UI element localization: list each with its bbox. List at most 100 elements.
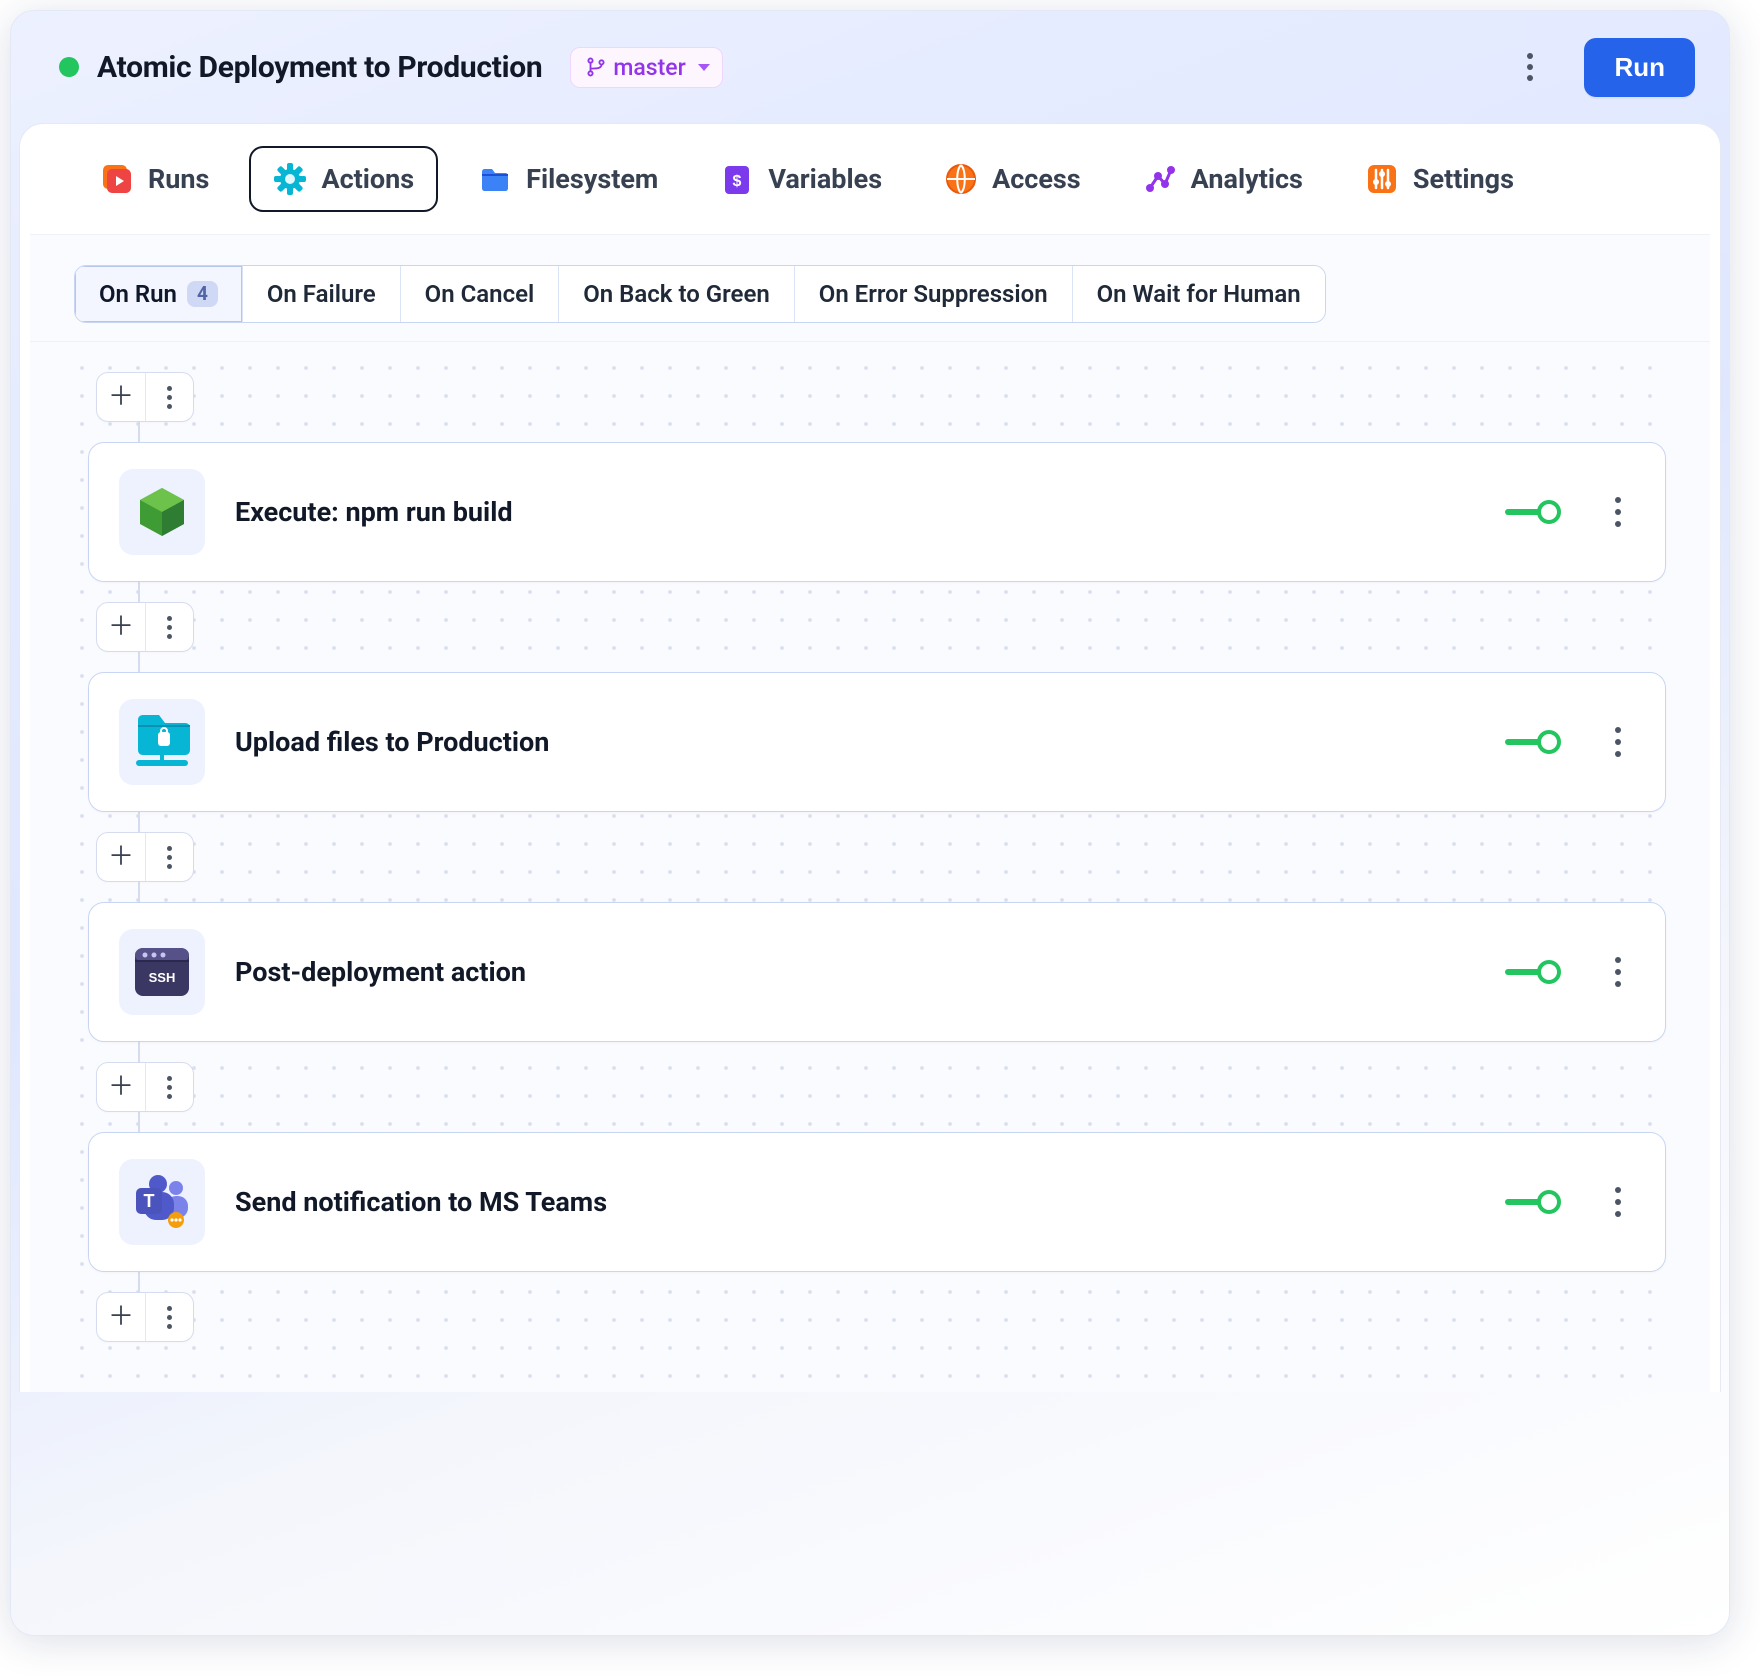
trigger-label: On Failure xyxy=(267,280,376,308)
plus-icon: ＋ xyxy=(108,384,134,410)
add-action-button[interactable]: ＋ xyxy=(97,833,145,881)
add-action-row: ＋ xyxy=(88,1062,1666,1112)
plus-icon: ＋ xyxy=(108,614,134,640)
add-action-more-button[interactable] xyxy=(145,833,193,881)
tab-label: Access xyxy=(992,163,1081,195)
header-more-button[interactable] xyxy=(1508,45,1552,89)
tab-analytics[interactable]: Analytics xyxy=(1121,148,1325,210)
add-action-chip: ＋ xyxy=(96,1062,194,1112)
gear-icon xyxy=(273,162,307,196)
action-card-upload[interactable]: Upload files to Production xyxy=(88,672,1666,812)
tab-label: Filesystem xyxy=(526,163,658,195)
add-action-button[interactable]: ＋ xyxy=(97,373,145,421)
action-more-button[interactable] xyxy=(1601,1187,1635,1217)
plus-icon: ＋ xyxy=(108,1074,134,1100)
action-more-button[interactable] xyxy=(1601,497,1635,527)
action-more-button[interactable] xyxy=(1601,727,1635,757)
action-title: Execute: npm run build xyxy=(235,496,1475,528)
trigger-label: On Error Suppression xyxy=(819,280,1048,308)
add-action-button[interactable]: ＋ xyxy=(97,1293,145,1341)
svg-text:T: T xyxy=(144,1191,155,1211)
action-enabled-toggle[interactable] xyxy=(1505,498,1561,526)
status-dot-icon xyxy=(59,57,79,77)
git-branch-icon xyxy=(585,56,607,78)
kebab-icon xyxy=(167,1076,172,1099)
action-enabled-toggle[interactable] xyxy=(1505,958,1561,986)
action-card-npm-build[interactable]: Execute: npm run build xyxy=(88,442,1666,582)
tab-actions[interactable]: Actions xyxy=(249,146,438,212)
tabs-container: Runs Actions xyxy=(19,123,1721,1392)
action-enabled-toggle[interactable] xyxy=(1505,1188,1561,1216)
plus-icon: ＋ xyxy=(108,1304,134,1330)
play-square-icon xyxy=(100,162,134,196)
add-action-chip: ＋ xyxy=(96,602,194,652)
upload-server-icon xyxy=(119,699,205,785)
ms-teams-icon: T xyxy=(119,1159,205,1245)
trigger-on-cancel[interactable]: On Cancel xyxy=(401,266,560,322)
page-title: Atomic Deployment to Production xyxy=(97,50,542,85)
tab-label: Actions xyxy=(321,163,414,195)
add-action-row: ＋ xyxy=(88,602,1666,652)
action-title: Post-deployment action xyxy=(235,956,1475,988)
add-action-more-button[interactable] xyxy=(145,1063,193,1111)
add-action-button[interactable]: ＋ xyxy=(97,603,145,651)
tab-label: Analytics xyxy=(1191,163,1303,195)
sliders-icon xyxy=(1365,162,1399,196)
trigger-on-run[interactable]: On Run 4 xyxy=(75,266,243,322)
globe-lock-icon xyxy=(944,162,978,196)
trigger-on-failure[interactable]: On Failure xyxy=(243,266,401,322)
tab-access[interactable]: Access xyxy=(922,148,1103,210)
add-action-chip: ＋ xyxy=(96,832,194,882)
action-card-post-deploy[interactable]: SSH Post-deployment action xyxy=(88,902,1666,1042)
trigger-subtabs: On Run 4 On Failure On Cancel On Back to… xyxy=(74,265,1326,323)
kebab-icon xyxy=(167,846,172,869)
trigger-label: On Wait for Human xyxy=(1097,280,1301,308)
tab-variables[interactable]: $ Variables xyxy=(698,148,904,210)
pipeline-column: ＋ Execute: npm run build xyxy=(88,372,1666,1342)
svg-text:SSH: SSH xyxy=(149,970,176,985)
add-action-row: ＋ xyxy=(88,1292,1666,1342)
kebab-icon xyxy=(1527,53,1533,81)
nodes-icon xyxy=(1143,162,1177,196)
add-action-row: ＋ xyxy=(88,372,1666,422)
svg-text:$: $ xyxy=(733,173,742,190)
action-card-teams[interactable]: T Send notification to MS Teams xyxy=(88,1132,1666,1272)
tab-settings[interactable]: Settings xyxy=(1343,148,1536,210)
trigger-on-back-to-green[interactable]: On Back to Green xyxy=(559,266,795,322)
trigger-subtabs-area: On Run 4 On Failure On Cancel On Back to… xyxy=(30,235,1710,342)
add-action-more-button[interactable] xyxy=(145,603,193,651)
add-action-more-button[interactable] xyxy=(145,1293,193,1341)
ssh-terminal-icon: SSH xyxy=(119,929,205,1015)
trigger-label: On Back to Green xyxy=(583,280,770,308)
tabs: Runs Actions xyxy=(30,124,1710,235)
folder-icon xyxy=(478,162,512,196)
add-action-more-button[interactable] xyxy=(145,373,193,421)
tab-label: Variables xyxy=(768,163,882,195)
kebab-icon xyxy=(167,386,172,409)
run-button[interactable]: Run xyxy=(1584,38,1695,97)
action-enabled-toggle[interactable] xyxy=(1505,728,1561,756)
trigger-count-badge: 4 xyxy=(187,281,218,307)
tab-label: Runs xyxy=(148,163,209,195)
add-action-chip: ＋ xyxy=(96,1292,194,1342)
add-action-chip: ＋ xyxy=(96,372,194,422)
trigger-label: On Cancel xyxy=(425,280,535,308)
trigger-on-wait-for-human[interactable]: On Wait for Human xyxy=(1073,266,1325,322)
branch-selector[interactable]: master xyxy=(570,47,722,88)
dollar-file-icon: $ xyxy=(720,162,754,196)
kebab-icon xyxy=(167,1306,172,1329)
action-more-button[interactable] xyxy=(1601,957,1635,987)
header-bar: Atomic Deployment to Production master R… xyxy=(11,11,1729,123)
branch-label: master xyxy=(613,54,685,81)
node-icon xyxy=(119,469,205,555)
trigger-label: On Run xyxy=(99,280,177,308)
tab-label: Settings xyxy=(1413,163,1514,195)
add-action-button[interactable]: ＋ xyxy=(97,1063,145,1111)
tab-filesystem[interactable]: Filesystem xyxy=(456,148,680,210)
chevron-down-icon xyxy=(698,64,710,71)
add-action-row: ＋ xyxy=(88,832,1666,882)
pipeline-canvas: ＋ Execute: npm run build xyxy=(30,342,1710,1392)
tab-runs[interactable]: Runs xyxy=(78,148,231,210)
trigger-on-error-suppression[interactable]: On Error Suppression xyxy=(795,266,1073,322)
plus-icon: ＋ xyxy=(108,844,134,870)
